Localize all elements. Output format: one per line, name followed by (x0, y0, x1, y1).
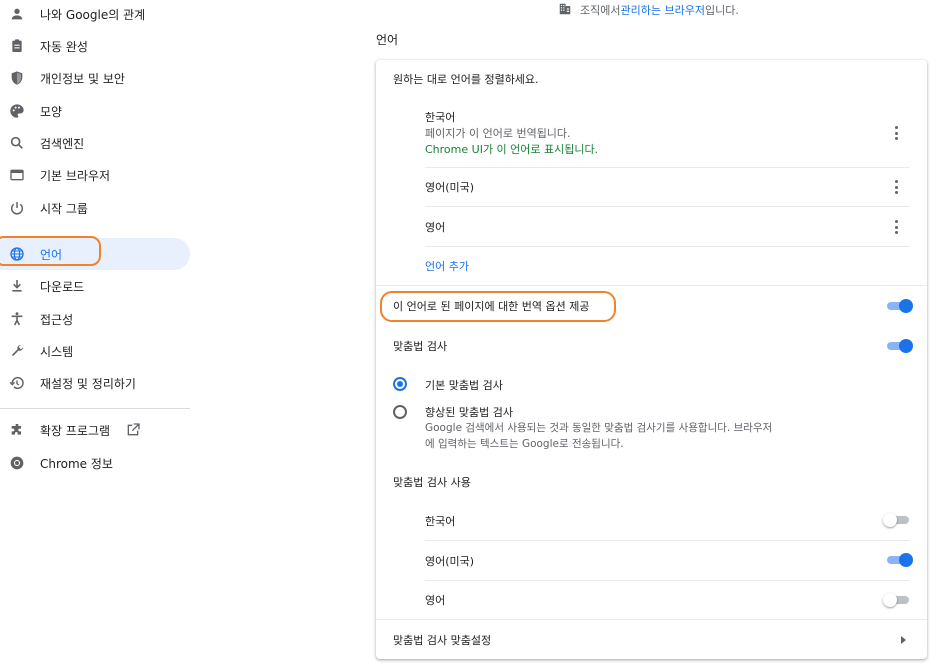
open-in-new-icon (125, 422, 141, 438)
divider (425, 540, 910, 541)
sidebar-item-appearance[interactable]: 모양 (0, 95, 190, 127)
sidebar-item-label: 나와 Google의 관계 (40, 7, 146, 22)
more-vert-icon[interactable] (894, 126, 898, 140)
sidebar: 나와 Google의 관계 자동 완성 개인정보 및 보안 모양 검색엔진 기본… (0, 0, 192, 669)
puzzle-icon (9, 422, 25, 438)
wrench-icon (9, 343, 25, 359)
sidebar-item-label: 시작 그룹 (40, 201, 88, 216)
spellcheck-toggle[interactable] (885, 339, 913, 353)
sidebar-item-default-browser[interactable]: 기본 브라우저 (0, 159, 190, 191)
power-icon (9, 200, 25, 216)
sidebar-item-label: 시스템 (40, 344, 74, 359)
sidebar-item-languages[interactable]: 언어 (0, 238, 190, 270)
sidebar-item-autofill[interactable]: 자동 완성 (0, 30, 190, 62)
sidebar-item-label: 확장 프로그램 (40, 423, 111, 438)
enhanced-spellcheck-desc: 에 입력하는 텍스트는 Google로 전송됩니다. (425, 438, 624, 450)
sidebar-item-downloads[interactable]: 다운로드 (0, 270, 190, 302)
managed-text-suffix: 입니다. (704, 4, 739, 17)
managed-notice: 조직에서 관리하는 브라우저 입니다. (558, 2, 739, 18)
building-icon (558, 2, 572, 19)
sidebar-item-on-startup[interactable]: 시작 그룹 (0, 192, 190, 224)
language-ui-note: Chrome UI가 이 언어로 표시됩니다. (425, 143, 599, 156)
download-icon (9, 278, 25, 294)
sidebar-item-accessibility[interactable]: 접근성 (0, 303, 190, 335)
sidebar-item-search-engine[interactable]: 검색엔진 (0, 127, 190, 159)
restore-icon (9, 375, 25, 391)
sidebar-item-label: 기본 브라우저 (40, 168, 111, 183)
spellcheck-use-label: 맞춤법 검사 사용 (393, 476, 471, 489)
search-icon (9, 135, 25, 151)
spellcheck-language-name: 영어(미국) (425, 555, 475, 568)
add-language-link[interactable]: 언어 추가 (425, 258, 469, 274)
sidebar-item-privacy[interactable]: 개인정보 및 보안 (0, 62, 190, 94)
more-vert-icon[interactable] (894, 220, 898, 234)
section-title: 언어 (376, 33, 399, 47)
more-vert-icon[interactable] (894, 180, 898, 194)
sidebar-item-label: 재설정 및 정리하기 (40, 376, 136, 391)
sidebar-item-extensions[interactable]: 확장 프로그램 (0, 414, 190, 446)
languages-card: 원하는 대로 언어를 정렬하세요. 한국어 페이지가 이 언어로 번역됩니다. … (376, 60, 927, 659)
divider (376, 285, 927, 286)
spellcheck-label: 맞춤법 검사 (393, 340, 448, 353)
person-icon (9, 6, 25, 22)
sidebar-divider (0, 408, 190, 409)
accessibility-icon (9, 311, 25, 327)
basic-spellcheck-label: 기본 맞춤법 검사 (425, 379, 503, 392)
enhanced-spellcheck-radio[interactable] (393, 405, 407, 419)
divider (425, 246, 910, 247)
divider (425, 580, 910, 581)
basic-spellcheck-radio[interactable] (393, 377, 407, 391)
clipboard-icon (9, 38, 25, 54)
enhanced-spellcheck-desc: Google 검색에서 사용되는 것과 동일한 맞춤법 검사기를 사용합니다. … (425, 422, 773, 434)
managed-text-prefix: 조직에서 (580, 4, 621, 17)
divider (425, 206, 910, 207)
customize-spellcheck-label[interactable]: 맞춤법 검사 맞춤설정 (393, 632, 491, 648)
sidebar-item-label: Chrome 정보 (40, 456, 113, 471)
chrome-icon (9, 455, 25, 471)
languages-header: 원하는 대로 언어를 정렬하세요. (393, 73, 539, 86)
palette-icon (9, 103, 25, 119)
offer-translate-label: 이 언어로 된 페이지에 대한 번역 옵션 제공 (393, 300, 590, 313)
spellcheck-korean-toggle[interactable] (883, 513, 911, 527)
enhanced-spellcheck-label: 향상된 맞춤법 검사 (425, 406, 513, 419)
spellcheck-language-name: 영어 (425, 594, 446, 607)
offer-translate-toggle[interactable] (885, 299, 913, 313)
sidebar-item-you-and-google[interactable]: 나와 Google의 관계 (0, 0, 190, 30)
sidebar-item-label: 언어 (40, 247, 63, 262)
language-name: 영어(미국) (425, 181, 475, 194)
sidebar-item-reset[interactable]: 재설정 및 정리하기 (0, 367, 190, 399)
sidebar-item-system[interactable]: 시스템 (0, 335, 190, 367)
sidebar-item-label: 접근성 (40, 312, 74, 327)
sidebar-item-label: 다운로드 (40, 279, 85, 294)
language-name: 한국어 (425, 111, 456, 124)
spellcheck-english-toggle[interactable] (883, 593, 911, 607)
spellcheck-english-us-toggle[interactable] (885, 553, 913, 567)
globe-icon (9, 246, 25, 262)
shield-icon (9, 70, 25, 86)
browser-icon (9, 167, 25, 183)
divider (376, 619, 927, 620)
spellcheck-language-name: 한국어 (425, 515, 456, 528)
language-name: 영어 (425, 221, 446, 234)
chevron-right-icon[interactable] (901, 636, 906, 644)
sidebar-item-label: 개인정보 및 보안 (40, 71, 125, 86)
divider (425, 167, 910, 168)
sidebar-item-label: 자동 완성 (40, 39, 88, 54)
sidebar-item-label: 검색엔진 (40, 136, 85, 151)
managed-link[interactable]: 관리하는 브라우저 (620, 2, 704, 18)
language-translate-note: 페이지가 이 언어로 번역됩니다. (425, 127, 571, 140)
sidebar-item-label: 모양 (40, 104, 63, 119)
sidebar-item-about-chrome[interactable]: Chrome 정보 (0, 447, 190, 479)
